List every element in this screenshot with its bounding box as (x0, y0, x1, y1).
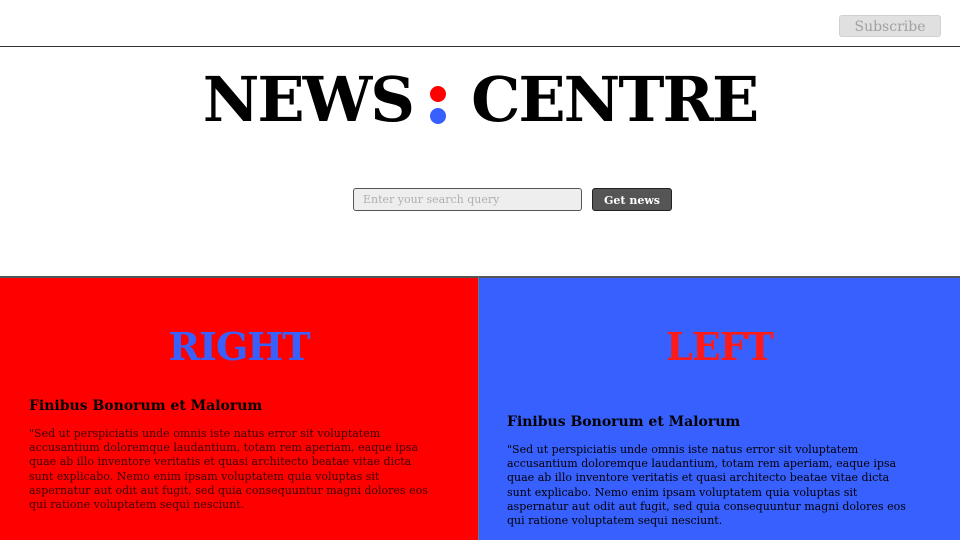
get-news-button[interactable]: Get news (592, 188, 672, 211)
masthead-word-news: NEWS (202, 63, 415, 136)
two-dot-colon-icon (427, 74, 449, 126)
search-input[interactable] (353, 188, 582, 211)
subscribe-button[interactable]: Subscribe (839, 15, 941, 37)
left-panel-title: LEFT (666, 324, 774, 369)
colon-dot-red (430, 86, 447, 102)
right-article-title[interactable]: Finibus Bonorum et Malorum (29, 397, 262, 415)
right-panel: RIGHT Finibus Bonorum et Malorum "Sed ut… (0, 276, 478, 540)
page: Subscribe NEWS CENTRE Get news RIGHT Fini… (0, 0, 960, 540)
right-article-body: "Sed ut perspiciatis unde omnis iste nat… (29, 427, 428, 512)
masthead-word-centre: CENTRE (471, 63, 759, 136)
right-panel-title: RIGHT (168, 324, 311, 369)
top-bar: Subscribe (0, 0, 960, 47)
left-article-title[interactable]: Finibus Bonorum et Malorum (507, 413, 740, 431)
colon-dot-blue (430, 108, 447, 124)
masthead: NEWS CENTRE (0, 62, 960, 138)
left-panel: LEFT Finibus Bonorum et Malorum "Sed ut … (478, 276, 960, 540)
left-article-body: "Sed ut perspiciatis unde omnis iste nat… (507, 443, 906, 528)
